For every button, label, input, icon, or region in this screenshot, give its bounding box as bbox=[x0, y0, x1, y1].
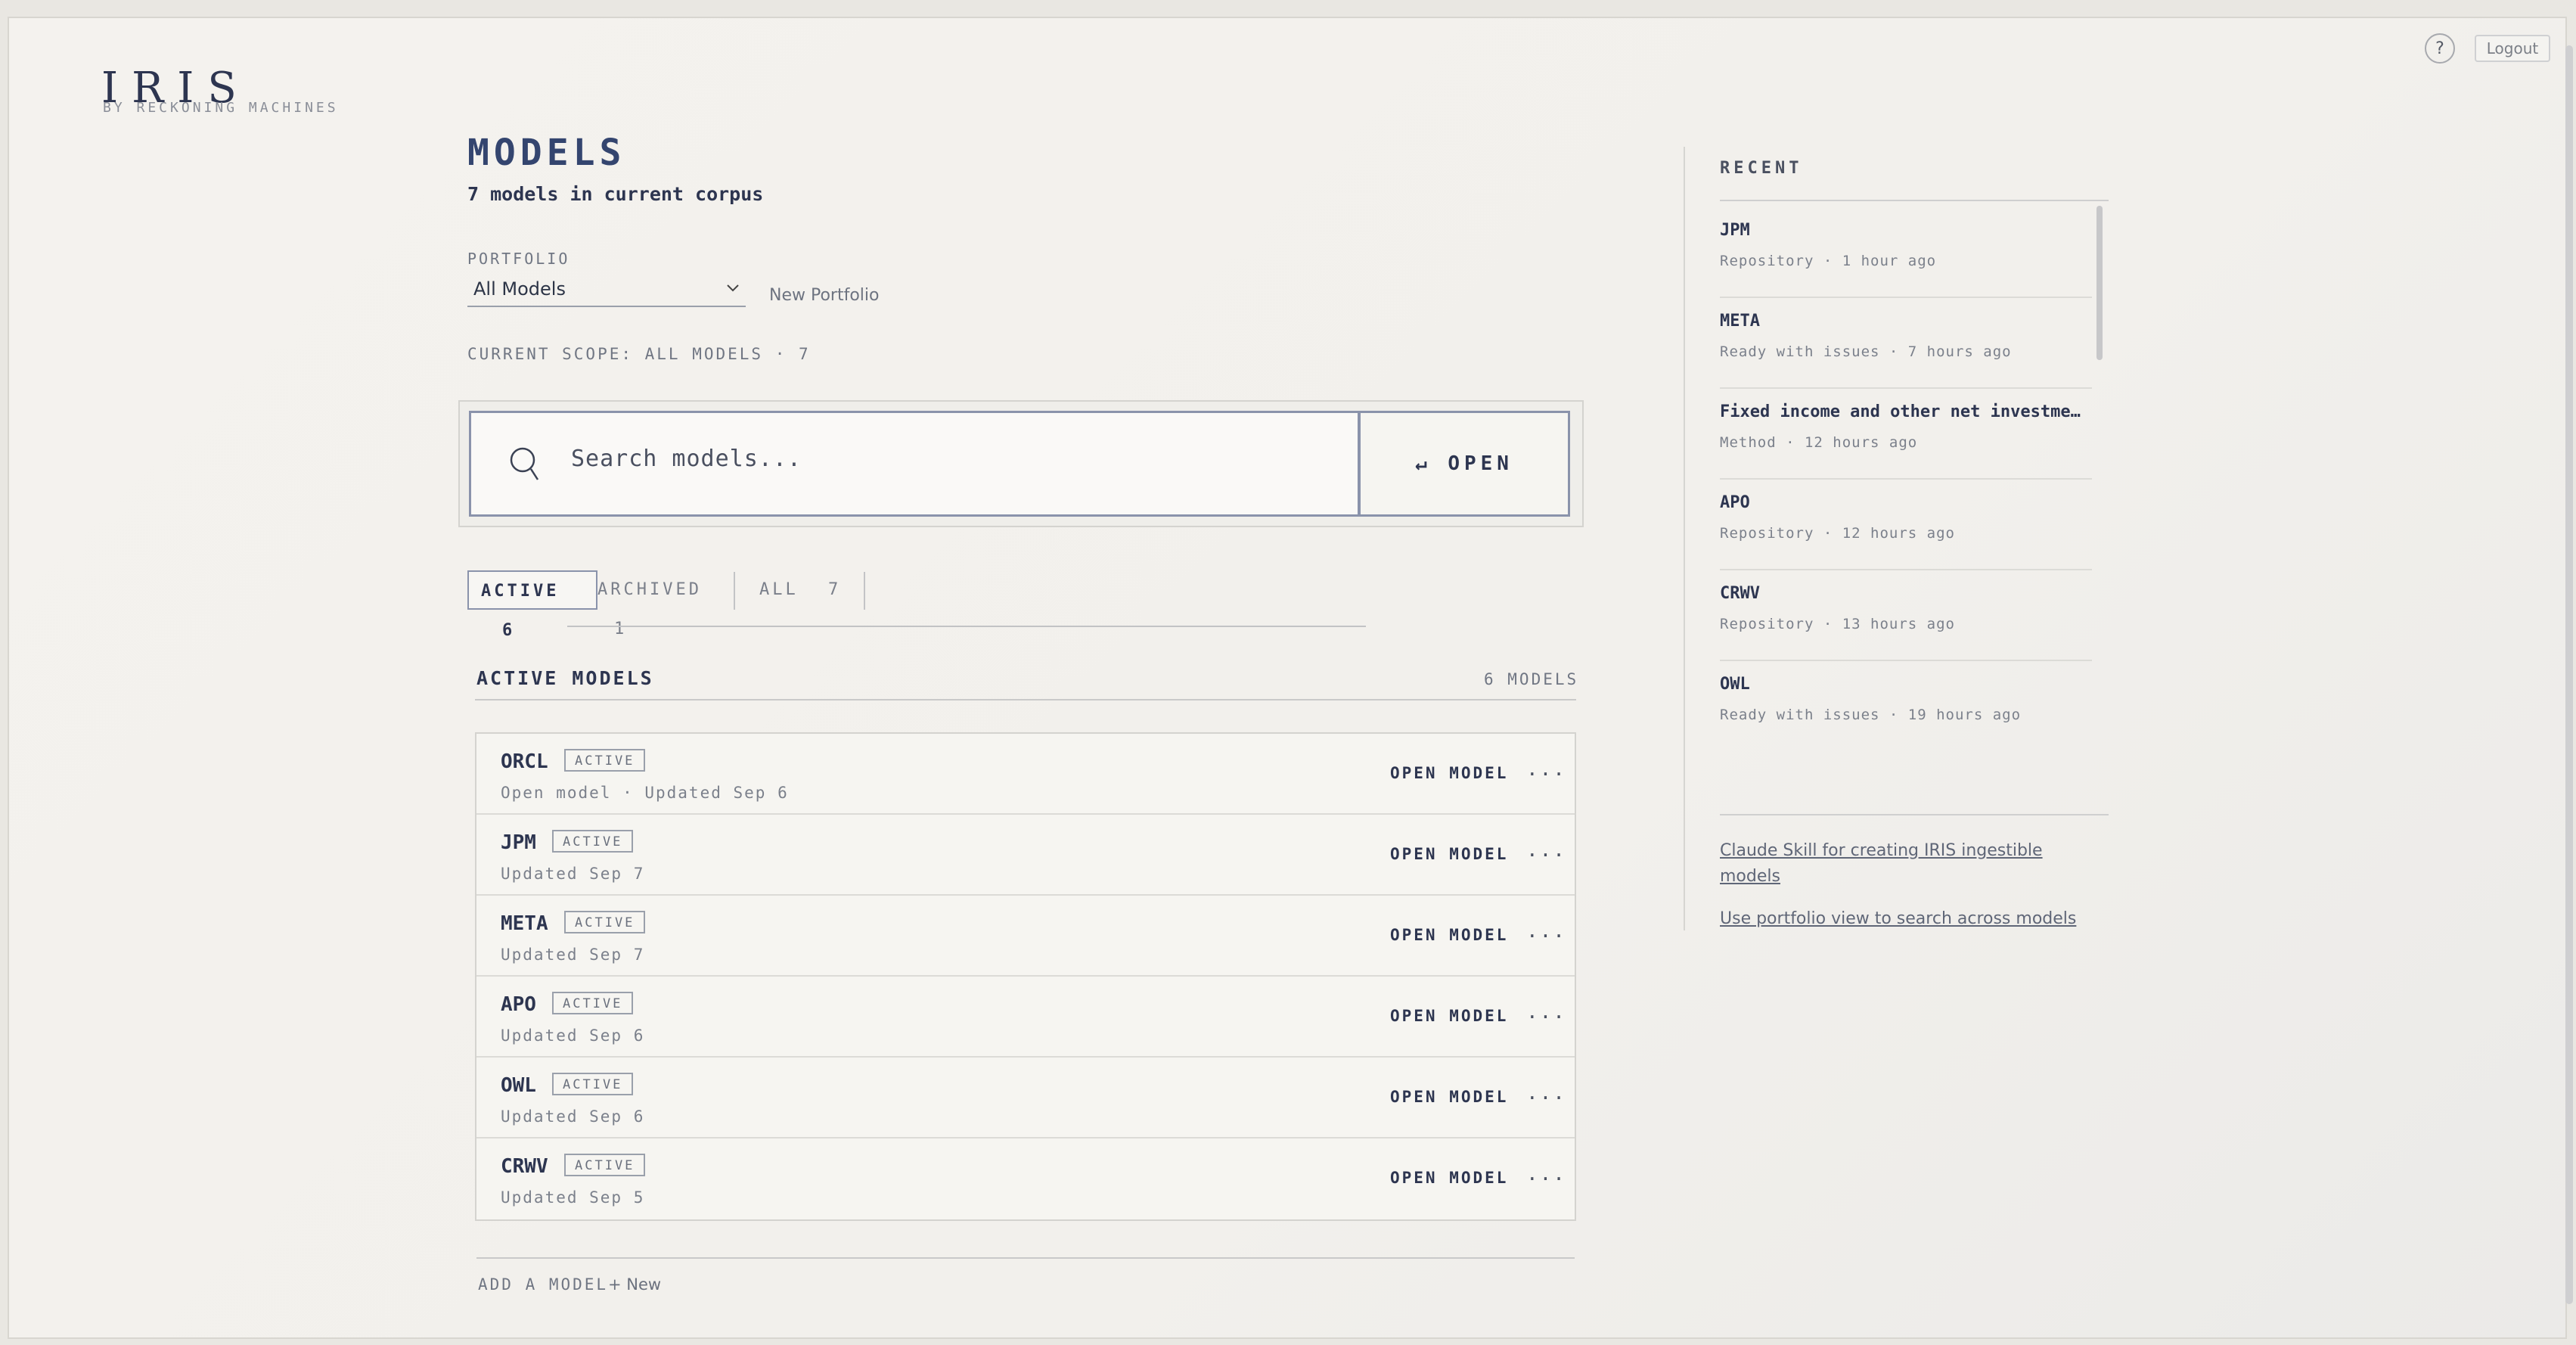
recent-scrollbar[interactable] bbox=[2096, 206, 2103, 360]
recent-item-name: APO bbox=[1720, 493, 1750, 512]
recent-list: JPM Repository · 1 hour ago META Ready w… bbox=[1720, 207, 2092, 740]
more-options-icon[interactable]: ... bbox=[1526, 1082, 1566, 1104]
help-button[interactable]: ? bbox=[2425, 33, 2455, 64]
model-meta: Updated Sep 5 bbox=[501, 1188, 645, 1207]
status-badge: ACTIVE bbox=[552, 992, 634, 1014]
portfolio-label: PORTFOLIO bbox=[467, 250, 570, 268]
list-item[interactable]: OWL Ready with issues · 19 hours ago bbox=[1720, 661, 2092, 740]
more-options-icon[interactable]: ... bbox=[1526, 839, 1566, 862]
table-row[interactable]: CRWV ACTIVE Updated Sep 5 OPEN MODEL ... bbox=[476, 1138, 1575, 1219]
search-bar: ↵ OPEN bbox=[458, 400, 1584, 527]
table-row[interactable]: JPM ACTIVE Updated Sep 7 OPEN MODEL ... bbox=[476, 815, 1575, 896]
table-row[interactable]: APO ACTIVE Updated Sep 6 OPEN MODEL ... bbox=[476, 977, 1575, 1058]
tab-active[interactable]: ACTIVE 6 bbox=[467, 570, 597, 640]
recent-item-meta: Ready with issues · 19 hours ago bbox=[1720, 707, 2022, 723]
portfolio-selected-value: All Models bbox=[473, 278, 566, 300]
recent-item-meta: Repository · 1 hour ago bbox=[1720, 253, 1937, 269]
tab-divider bbox=[734, 572, 735, 610]
model-name: ORCL bbox=[501, 750, 548, 773]
new-portfolio-button[interactable]: New Portfolio bbox=[769, 286, 879, 305]
model-name: CRWV bbox=[501, 1155, 548, 1178]
model-meta: Updated Sep 6 bbox=[501, 1107, 645, 1126]
status-badge: ACTIVE bbox=[564, 1154, 646, 1176]
logo-subtitle: BY RECKONING MACHINES bbox=[103, 100, 339, 116]
model-name: JPM bbox=[501, 831, 536, 854]
list-item[interactable]: CRWV Repository · 13 hours ago bbox=[1720, 570, 2092, 661]
model-meta: Updated Sep 6 bbox=[501, 1027, 645, 1045]
tab-active-count: 6 bbox=[502, 621, 516, 640]
recent-item-name: CRWV bbox=[1720, 584, 1760, 603]
section-divider bbox=[475, 699, 1576, 700]
add-model-new-button[interactable]: + New bbox=[608, 1275, 661, 1294]
open-model-button[interactable]: OPEN MODEL bbox=[1390, 845, 1508, 863]
section-title: ACTIVE MODELS bbox=[476, 667, 654, 689]
recent-bottom-divider bbox=[1720, 814, 2109, 815]
table-row[interactable]: META ACTIVE Updated Sep 7 OPEN MODEL ... bbox=[476, 896, 1575, 977]
recent-item-name: OWL bbox=[1720, 675, 1750, 694]
recent-item-meta: Repository · 12 hours ago bbox=[1720, 525, 1955, 542]
more-options-icon[interactable]: ... bbox=[1526, 920, 1566, 943]
model-name: META bbox=[501, 912, 548, 935]
tab-all-label: ALL bbox=[759, 580, 799, 599]
open-model-button[interactable]: OPEN MODEL bbox=[1390, 1007, 1508, 1025]
add-model-divider bbox=[476, 1257, 1575, 1259]
search-icon bbox=[509, 446, 539, 483]
status-badge: ACTIVE bbox=[552, 1073, 634, 1095]
tab-all[interactable]: ALL 7 bbox=[759, 570, 850, 610]
list-item[interactable]: JPM Repository · 1 hour ago bbox=[1720, 207, 2092, 298]
more-options-icon[interactable]: ... bbox=[1526, 1001, 1566, 1024]
open-model-button[interactable]: OPEN MODEL bbox=[1390, 1169, 1508, 1187]
page-title: MODELS bbox=[467, 132, 626, 174]
model-name: OWL bbox=[501, 1074, 536, 1097]
recent-title: RECENT bbox=[1720, 159, 1803, 178]
chevron-down-icon bbox=[725, 280, 741, 301]
status-badge: ACTIVE bbox=[564, 749, 646, 772]
recent-item-name: JPM bbox=[1720, 221, 1750, 240]
model-meta: Updated Sep 7 bbox=[501, 946, 645, 964]
portfolio-view-link[interactable]: Use portfolio view to search across mode… bbox=[1720, 906, 2113, 932]
status-badge: ACTIVE bbox=[552, 830, 634, 853]
recent-item-name: Fixed income and other net investme… bbox=[1720, 402, 2081, 421]
status-badge: ACTIVE bbox=[564, 911, 646, 933]
more-options-icon[interactable]: ... bbox=[1526, 1163, 1566, 1185]
recent-item-meta: Repository · 13 hours ago bbox=[1720, 616, 1955, 632]
recent-item-meta: Method · 12 hours ago bbox=[1720, 434, 1918, 451]
recent-divider bbox=[1720, 200, 2109, 201]
table-row[interactable]: ORCL ACTIVE Open model · Updated Sep 6 O… bbox=[476, 734, 1575, 815]
more-options-icon[interactable]: ... bbox=[1526, 758, 1566, 781]
open-model-button[interactable]: OPEN MODEL bbox=[1390, 764, 1508, 782]
open-button[interactable]: ↵ OPEN bbox=[1358, 411, 1570, 517]
page-scrollbar[interactable] bbox=[2565, 45, 2573, 1304]
tab-all-count: 7 bbox=[828, 580, 842, 599]
tabs-underline bbox=[567, 626, 1366, 627]
tab-archived-count: 1 bbox=[614, 620, 628, 638]
recent-item-meta: Ready with issues · 7 hours ago bbox=[1720, 343, 2012, 360]
app-window: IRIS BY RECKONING MACHINES ? Logout MODE… bbox=[8, 17, 2573, 1339]
open-model-button[interactable]: OPEN MODEL bbox=[1390, 1088, 1508, 1106]
model-name: APO bbox=[501, 993, 536, 1016]
list-item[interactable]: APO Repository · 12 hours ago bbox=[1720, 480, 2092, 570]
portfolio-select[interactable]: All Models bbox=[467, 274, 746, 307]
logout-button[interactable]: Logout bbox=[2475, 35, 2550, 62]
model-meta: Open model · Updated Sep 6 bbox=[501, 784, 789, 802]
list-item[interactable]: META Ready with issues · 7 hours ago bbox=[1720, 298, 2092, 389]
model-meta: Updated Sep 7 bbox=[501, 865, 645, 883]
list-item[interactable]: Fixed income and other net investme… Met… bbox=[1720, 389, 2092, 480]
recent-item-name: META bbox=[1720, 312, 1760, 331]
tab-archived[interactable]: ARCHIVED 1 bbox=[597, 570, 726, 638]
page-subtitle: 7 models in current corpus bbox=[467, 183, 764, 205]
current-scope: CURRENT SCOPE: ALL MODELS · 7 bbox=[467, 345, 811, 363]
open-model-button[interactable]: OPEN MODEL bbox=[1390, 926, 1508, 944]
table-row[interactable]: OWL ACTIVE Updated Sep 6 OPEN MODEL ... bbox=[476, 1058, 1575, 1138]
tab-active-label: ACTIVE bbox=[481, 582, 560, 601]
tab-archived-label: ARCHIVED bbox=[597, 580, 702, 599]
section-count: 6 MODELS bbox=[1484, 670, 1579, 688]
tab-divider bbox=[864, 572, 865, 610]
column-divider bbox=[1684, 147, 1685, 930]
claude-skill-link[interactable]: Claude Skill for creating IRIS ingestibl… bbox=[1720, 838, 2075, 890]
search-box[interactable] bbox=[469, 411, 1360, 517]
model-list: ORCL ACTIVE Open model · Updated Sep 6 O… bbox=[475, 732, 1576, 1221]
add-model-label: ADD A MODEL bbox=[478, 1275, 609, 1294]
search-input[interactable] bbox=[570, 445, 1329, 473]
